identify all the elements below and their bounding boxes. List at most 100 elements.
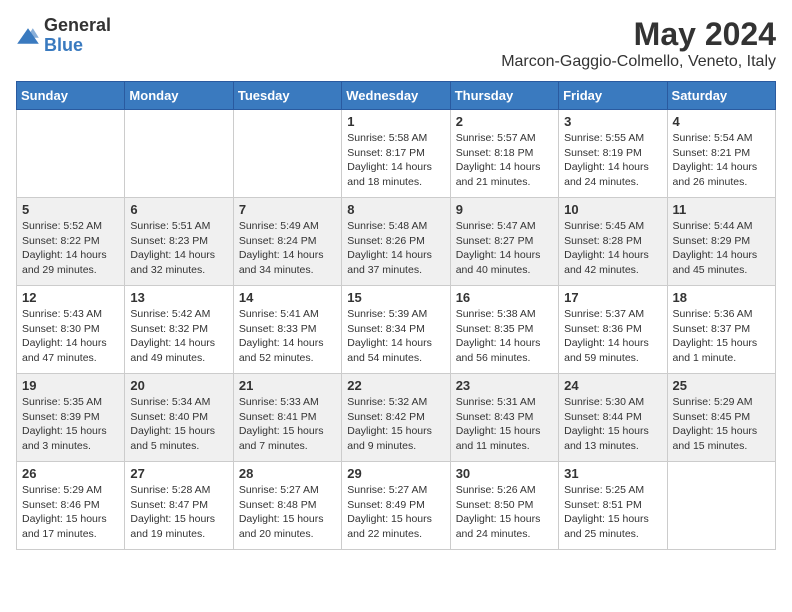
day-info: Sunrise: 5:32 AM Sunset: 8:42 PM Dayligh… xyxy=(347,395,444,454)
calendar-cell: 22 Sunrise: 5:32 AM Sunset: 8:42 PM Dayli… xyxy=(342,374,450,462)
calendar-header-row: SundayMondayTuesdayWednesdayThursdayFrid… xyxy=(17,82,776,110)
day-number: 5 xyxy=(22,202,119,217)
day-number: 15 xyxy=(347,290,444,305)
day-info: Sunrise: 5:54 AM Sunset: 8:21 PM Dayligh… xyxy=(673,131,770,190)
calendar-cell: 25 Sunrise: 5:29 AM Sunset: 8:45 PM Dayli… xyxy=(667,374,775,462)
calendar-week-row: 1Sunrise: 5:58 AM Sunset: 8:17 PM Daylig… xyxy=(17,110,776,198)
col-header-tuesday: Tuesday xyxy=(233,82,341,110)
day-info: Sunrise: 5:25 AM Sunset: 8:51 PM Dayligh… xyxy=(564,483,661,542)
calendar-cell: 30 Sunrise: 5:26 AM Sunset: 8:50 PM Dayli… xyxy=(450,462,558,550)
col-header-thursday: Thursday xyxy=(450,82,558,110)
day-number: 19 xyxy=(22,378,119,393)
day-info: Sunrise: 5:41 AM Sunset: 8:33 PM Dayligh… xyxy=(239,307,336,366)
calendar-week-row: 5 Sunrise: 5:52 AM Sunset: 8:22 PM Daylig… xyxy=(17,198,776,286)
day-number: 13 xyxy=(130,290,227,305)
day-info: Sunrise: 5:48 AM Sunset: 8:26 PM Dayligh… xyxy=(347,219,444,278)
col-header-saturday: Saturday xyxy=(667,82,775,110)
calendar-cell: 20 Sunrise: 5:34 AM Sunset: 8:40 PM Dayli… xyxy=(125,374,233,462)
day-number: 24 xyxy=(564,378,661,393)
calendar-cell: 23 Sunrise: 5:31 AM Sunset: 8:43 PM Dayli… xyxy=(450,374,558,462)
day-number: 29 xyxy=(347,466,444,481)
calendar-week-row: 26 Sunrise: 5:29 AM Sunset: 8:46 PM Dayli… xyxy=(17,462,776,550)
day-number: 14 xyxy=(239,290,336,305)
day-info: Sunrise: 5:36 AM Sunset: 8:37 PM Dayligh… xyxy=(673,307,770,366)
day-info: Sunrise: 5:26 AM Sunset: 8:50 PM Dayligh… xyxy=(456,483,553,542)
day-info: Sunrise: 5:27 AM Sunset: 8:48 PM Dayligh… xyxy=(239,483,336,542)
day-info: Sunrise: 5:29 AM Sunset: 8:45 PM Dayligh… xyxy=(673,395,770,454)
day-number: 9 xyxy=(456,202,553,217)
location-text: Marcon-Gaggio-Colmello, Veneto, Italy xyxy=(501,53,776,71)
calendar-cell: 14 Sunrise: 5:41 AM Sunset: 8:33 PM Dayli… xyxy=(233,286,341,374)
calendar-cell: 31 Sunrise: 5:25 AM Sunset: 8:51 PM Dayli… xyxy=(559,462,667,550)
calendar-cell: 6 Sunrise: 5:51 AM Sunset: 8:23 PM Daylig… xyxy=(125,198,233,286)
day-number: 20 xyxy=(130,378,227,393)
day-number: 21 xyxy=(239,378,336,393)
day-number: 23 xyxy=(456,378,553,393)
col-header-sunday: Sunday xyxy=(17,82,125,110)
day-number: 22 xyxy=(347,378,444,393)
calendar-cell: 4 Sunrise: 5:54 AM Sunset: 8:21 PM Daylig… xyxy=(667,110,775,198)
day-number: 7 xyxy=(239,202,336,217)
col-header-monday: Monday xyxy=(125,82,233,110)
day-number: 6 xyxy=(130,202,227,217)
calendar-cell: 9 Sunrise: 5:47 AM Sunset: 8:27 PM Daylig… xyxy=(450,198,558,286)
day-info: Sunrise: 5:30 AM Sunset: 8:44 PM Dayligh… xyxy=(564,395,661,454)
logo-icon xyxy=(16,24,40,48)
calendar-cell: 24 Sunrise: 5:30 AM Sunset: 8:44 PM Dayli… xyxy=(559,374,667,462)
day-info: Sunrise: 5:47 AM Sunset: 8:27 PM Dayligh… xyxy=(456,219,553,278)
day-info: Sunrise: 5:28 AM Sunset: 8:47 PM Dayligh… xyxy=(130,483,227,542)
day-number: 26 xyxy=(22,466,119,481)
day-info: Sunrise: 5:43 AM Sunset: 8:30 PM Dayligh… xyxy=(22,307,119,366)
day-number: 30 xyxy=(456,466,553,481)
calendar-cell: 27 Sunrise: 5:28 AM Sunset: 8:47 PM Dayli… xyxy=(125,462,233,550)
day-info: Sunrise: 5:35 AM Sunset: 8:39 PM Dayligh… xyxy=(22,395,119,454)
day-number: 17 xyxy=(564,290,661,305)
calendar-cell xyxy=(233,110,341,198)
day-info: Sunrise: 5:55 AM Sunset: 8:19 PM Dayligh… xyxy=(564,131,661,190)
day-number: 11 xyxy=(673,202,770,217)
calendar-cell xyxy=(17,110,125,198)
col-header-friday: Friday xyxy=(559,82,667,110)
calendar-cell: 11 Sunrise: 5:44 AM Sunset: 8:29 PM Dayli… xyxy=(667,198,775,286)
day-number: 18 xyxy=(673,290,770,305)
day-info: Sunrise: 5:31 AM Sunset: 8:43 PM Dayligh… xyxy=(456,395,553,454)
day-info: Sunrise: 5:34 AM Sunset: 8:40 PM Dayligh… xyxy=(130,395,227,454)
day-info: Sunrise: 5:29 AM Sunset: 8:46 PM Dayligh… xyxy=(22,483,119,542)
logo-blue-text: Blue xyxy=(44,36,111,56)
calendar-cell: 15 Sunrise: 5:39 AM Sunset: 8:34 PM Dayli… xyxy=(342,286,450,374)
day-number: 8 xyxy=(347,202,444,217)
day-info: Sunrise: 5:39 AM Sunset: 8:34 PM Dayligh… xyxy=(347,307,444,366)
calendar-cell xyxy=(125,110,233,198)
day-info: Sunrise: 5:33 AM Sunset: 8:41 PM Dayligh… xyxy=(239,395,336,454)
calendar-cell: 13Sunrise: 5:42 AM Sunset: 8:32 PM Dayli… xyxy=(125,286,233,374)
day-number: 16 xyxy=(456,290,553,305)
day-info: Sunrise: 5:37 AM Sunset: 8:36 PM Dayligh… xyxy=(564,307,661,366)
page-header: General Blue May 2024 Marcon-Gaggio-Colm… xyxy=(16,16,776,71)
title-block: May 2024 Marcon-Gaggio-Colmello, Veneto,… xyxy=(501,16,776,71)
calendar-week-row: 19 Sunrise: 5:35 AM Sunset: 8:39 PM Dayli… xyxy=(17,374,776,462)
day-number: 4 xyxy=(673,114,770,129)
calendar-cell: 1Sunrise: 5:58 AM Sunset: 8:17 PM Daylig… xyxy=(342,110,450,198)
logo-general-text: General xyxy=(44,16,111,36)
calendar-cell: 29Sunrise: 5:27 AM Sunset: 8:49 PM Dayli… xyxy=(342,462,450,550)
calendar-cell xyxy=(667,462,775,550)
day-info: Sunrise: 5:38 AM Sunset: 8:35 PM Dayligh… xyxy=(456,307,553,366)
day-info: Sunrise: 5:51 AM Sunset: 8:23 PM Dayligh… xyxy=(130,219,227,278)
day-info: Sunrise: 5:45 AM Sunset: 8:28 PM Dayligh… xyxy=(564,219,661,278)
day-info: Sunrise: 5:52 AM Sunset: 8:22 PM Dayligh… xyxy=(22,219,119,278)
day-info: Sunrise: 5:44 AM Sunset: 8:29 PM Dayligh… xyxy=(673,219,770,278)
day-info: Sunrise: 5:49 AM Sunset: 8:24 PM Dayligh… xyxy=(239,219,336,278)
calendar-cell: 5 Sunrise: 5:52 AM Sunset: 8:22 PM Daylig… xyxy=(17,198,125,286)
day-number: 27 xyxy=(130,466,227,481)
day-number: 12 xyxy=(22,290,119,305)
logo: General Blue xyxy=(16,16,111,56)
day-number: 31 xyxy=(564,466,661,481)
day-number: 25 xyxy=(673,378,770,393)
day-info: Sunrise: 5:57 AM Sunset: 8:18 PM Dayligh… xyxy=(456,131,553,190)
col-header-wednesday: Wednesday xyxy=(342,82,450,110)
calendar-cell: 8 Sunrise: 5:48 AM Sunset: 8:26 PM Daylig… xyxy=(342,198,450,286)
calendar-cell: 17 Sunrise: 5:37 AM Sunset: 8:36 PM Dayli… xyxy=(559,286,667,374)
calendar-table: SundayMondayTuesdayWednesdayThursdayFrid… xyxy=(16,81,776,550)
calendar-cell: 18 Sunrise: 5:36 AM Sunset: 8:37 PM Dayli… xyxy=(667,286,775,374)
calendar-cell: 19 Sunrise: 5:35 AM Sunset: 8:39 PM Dayli… xyxy=(17,374,125,462)
